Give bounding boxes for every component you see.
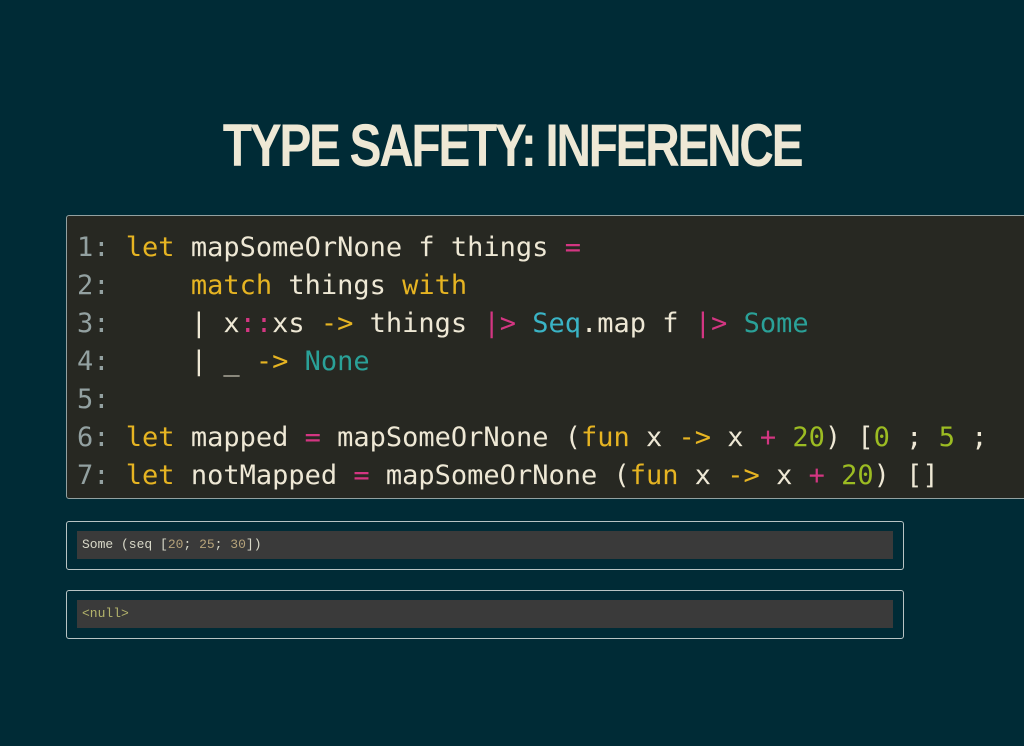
output-token: 25 [199, 537, 215, 552]
code-line-6: 6: let mapped = mapSomeOrNone (fun x -> … [77, 419, 987, 457]
code-token: Seq [532, 308, 581, 339]
code-token: ) [] [873, 460, 939, 491]
code-token: with [402, 270, 468, 301]
code-token: match [190, 270, 273, 301]
code-token: let [125, 232, 175, 263]
output-token: 20 [167, 537, 184, 552]
code-token: mapSomeOrNone f things [174, 232, 565, 263]
code-token: let [125, 460, 175, 491]
line-number: 5: [77, 384, 110, 415]
slide: TYPE SAFETY: INFERENCE 1: let mapSomeOrN… [0, 0, 1024, 746]
code-block: 1: let mapSomeOrNone f things = 2: match… [66, 215, 1024, 499]
code-token: 0 [873, 422, 890, 453]
code-token: let [125, 422, 175, 453]
code-token: ; [889, 422, 939, 453]
code-token: x [629, 422, 679, 453]
code-line-7: 7: let notMapped = mapSomeOrNone (fun x … [77, 457, 939, 495]
code-token: | x [125, 308, 240, 339]
code-token: x [759, 460, 809, 491]
code-token: None [304, 346, 370, 377]
output-token: Some (se [82, 537, 145, 552]
line-number: 3: [77, 308, 110, 339]
code-token: mapSomeOrNone ( [320, 422, 581, 453]
code-token: + [759, 422, 777, 453]
code-token: -> [727, 460, 760, 491]
code-token: :: [239, 308, 273, 339]
code-token: = [353, 460, 370, 491]
code-token: things [272, 270, 403, 301]
code-line-4: 4: | _ -> None [77, 343, 370, 381]
output-token: q [144, 537, 161, 552]
slide-title: TYPE SAFETY: INFERENCE [222, 112, 804, 179]
code-token: ; [954, 422, 988, 453]
code-token: = [304, 422, 321, 453]
line-number: 1: [77, 232, 110, 263]
code-token: 20 [792, 422, 825, 453]
code-line-5: 5: [77, 381, 110, 419]
line-number: 2: [77, 270, 110, 301]
code-token: | _ [125, 346, 256, 377]
line-number: 7: [77, 460, 110, 491]
code-line-2: 2: match things with [77, 267, 467, 305]
code-token: mapped [174, 422, 305, 453]
code-token: xs [272, 308, 321, 339]
output-token: [ [160, 537, 168, 552]
code-token: -> [320, 308, 354, 339]
code-token: 5 [938, 422, 955, 453]
output-token: <null> [82, 606, 129, 621]
code-token: mapSomeOrNone ( [369, 460, 630, 491]
code-token: -> [678, 422, 712, 453]
code-token: .map f [581, 308, 695, 339]
code-line-1: 1: let mapSomeOrNone f things = [77, 229, 581, 267]
line-number: 4: [77, 346, 110, 377]
code-token: 20 [841, 460, 874, 491]
code-token: notMapped [174, 460, 354, 491]
output-cell-2: <null> [66, 590, 904, 639]
code-token: |> [483, 308, 516, 339]
code-token: -> [255, 346, 289, 377]
output-token: 30 [230, 537, 246, 552]
line-number: 6: [77, 422, 110, 453]
code-token: |> [694, 308, 728, 339]
output-cell-1: Some (seq [20; 25; 30]) [66, 521, 904, 570]
code-token: ) [ [824, 422, 874, 453]
code-token: x [678, 460, 728, 491]
code-token: = [564, 232, 581, 263]
code-line-3: 3: | x::xs -> things |> Seq.map f |> Som… [77, 305, 809, 343]
code-token: things [353, 308, 484, 339]
output-token: ; [183, 537, 200, 552]
code-token: Some [743, 308, 809, 339]
output-value: <null> [77, 600, 893, 628]
output-token: ]) [245, 537, 262, 552]
output-token: ; [214, 537, 231, 552]
code-token: fun [629, 460, 679, 491]
code-token: x [711, 422, 760, 453]
code-token: + [808, 460, 825, 491]
output-value: Some (seq [20; 25; 30]) [77, 531, 893, 559]
code-token: fun [580, 422, 630, 453]
